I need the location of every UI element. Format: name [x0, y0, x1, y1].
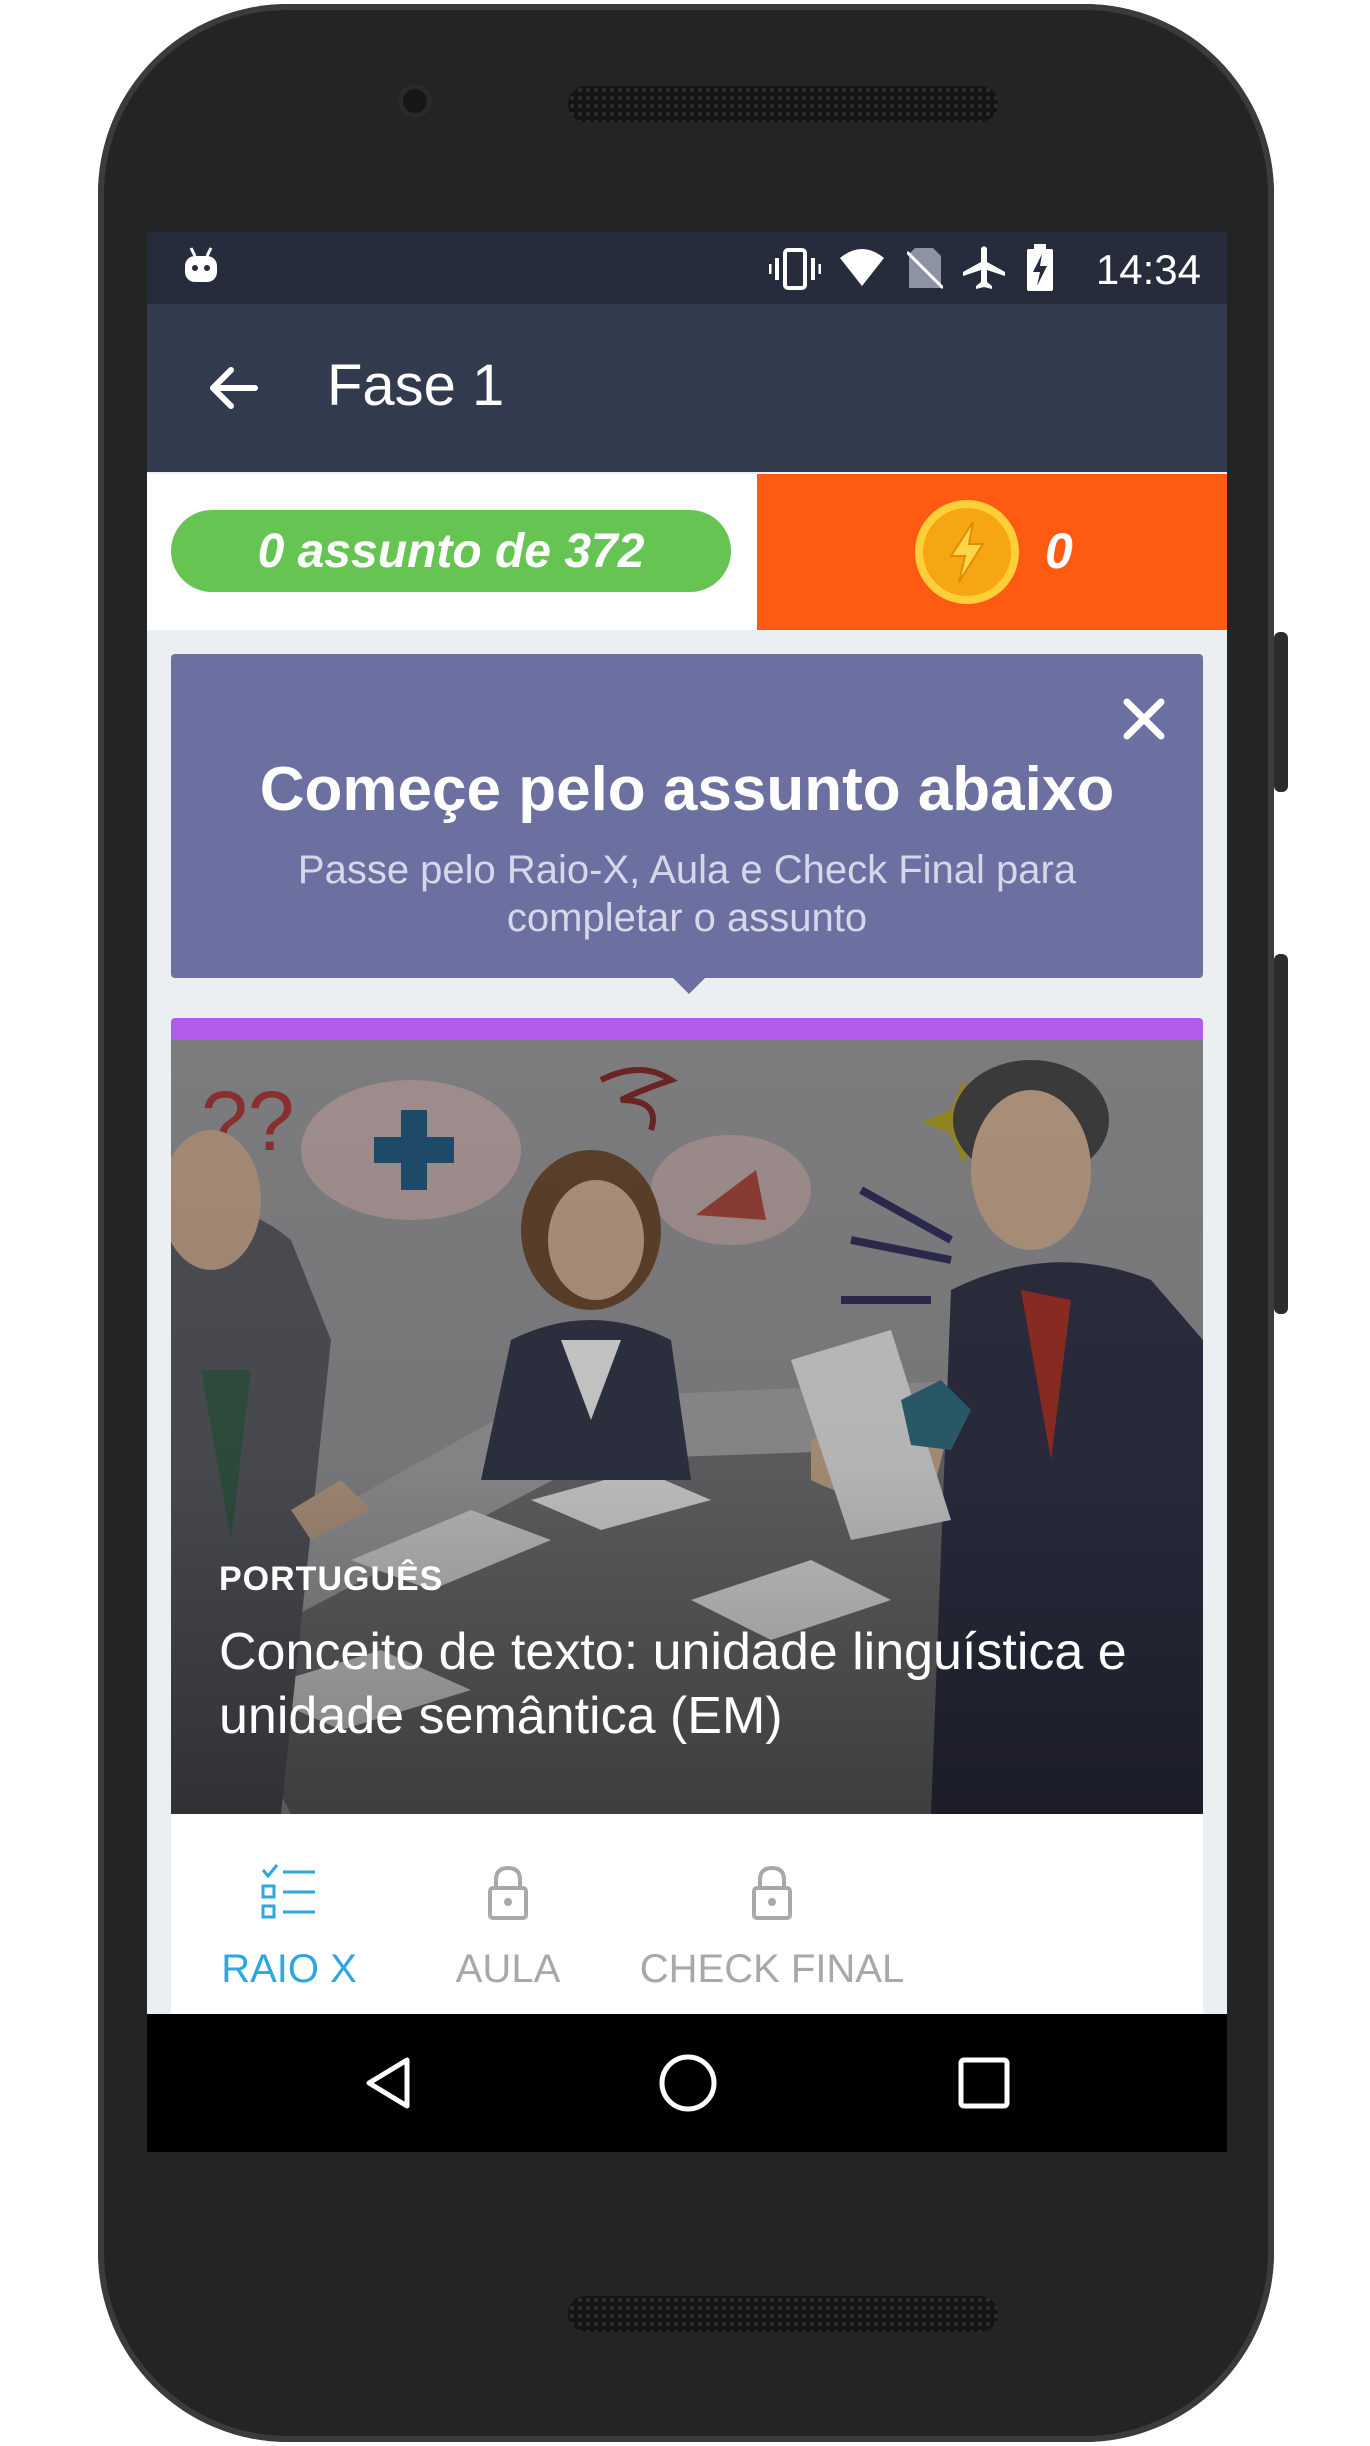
step-label: AULA [455, 1947, 561, 1991]
step-label: CHECK FINAL [639, 1947, 905, 1991]
close-icon[interactable] [1115, 690, 1173, 748]
airplane-mode-icon [963, 246, 1005, 289]
subject-progress-badge: 0 assunto de 372 [171, 510, 731, 592]
system-navigation-bar [147, 2014, 1227, 2152]
step-check-final[interactable]: CHECK FINAL [637, 1862, 907, 1992]
tip-subtitle: Passe pelo Raio-X, Aula e Check Final pa… [297, 848, 1077, 940]
front-camera [398, 84, 432, 118]
subject-label: PORTUGUÊS [219, 1560, 444, 1598]
tip-title: Começe pelo assunto abaixo [259, 755, 1115, 824]
lock-icon [752, 1865, 792, 1920]
lightning-coin-icon [915, 500, 1019, 604]
android-debug-icon [185, 247, 217, 282]
card-title: Conceito de texto: unidade linguística e… [219, 1623, 1127, 1745]
step-aula[interactable]: AULA [443, 1862, 573, 1992]
card-accent-bar [171, 1018, 1203, 1040]
checklist-icon [261, 1864, 315, 1919]
lock-icon [488, 1865, 528, 1920]
app-bar: Fase 1 [147, 304, 1227, 472]
nav-home-icon[interactable] [657, 2052, 719, 2114]
meeting-illustration: ?? [171, 1040, 1203, 1814]
nav-recents-icon[interactable] [957, 2056, 1011, 2110]
app-screen: 14:34 Fase 1 0 assunto de 372 0 Começe p… [147, 232, 1227, 2152]
volume-button [1274, 954, 1288, 1314]
battery-charging-icon [1027, 244, 1053, 291]
tip-banner: Começe pelo assunto abaixo Passe pelo Ra… [171, 654, 1203, 994]
earpiece-speaker [568, 86, 998, 122]
no-sim-icon [907, 248, 943, 290]
status-time: 14:34 [1095, 246, 1201, 293]
back-arrow-icon[interactable] [203, 358, 263, 418]
tip-pointer [673, 978, 705, 994]
step-label: RAIO X [221, 1947, 357, 1991]
wifi-icon [840, 249, 884, 286]
step-tabs: RAIO X AULA CHECK FINAL [171, 1814, 1203, 2014]
status-bar: 14:34 [147, 232, 1227, 304]
bottom-speaker [568, 2296, 998, 2332]
vibrate-icon [769, 248, 821, 290]
subject-card[interactable]: ?? [171, 1018, 1203, 2152]
page-title: Fase 1 [327, 353, 505, 418]
subject-progress-label: 0 assunto de 372 [257, 524, 645, 578]
nav-back-icon[interactable] [359, 2054, 417, 2112]
power-button [1274, 632, 1288, 792]
coin-count: 0 [1045, 523, 1073, 579]
coins-panel: 0 [757, 474, 1227, 630]
step-raio-x[interactable]: RAIO X [219, 1862, 359, 1992]
